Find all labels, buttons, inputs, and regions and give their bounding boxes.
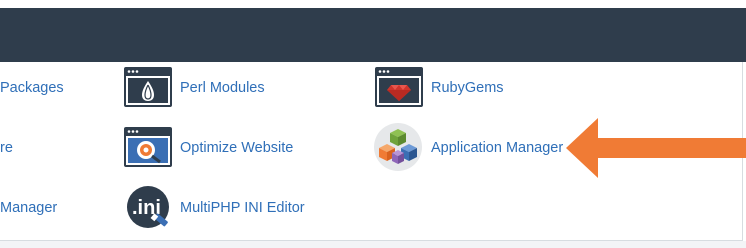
section-header (0, 8, 746, 62)
software-item-application-manager[interactable]: Application Manager (373, 122, 573, 172)
bottom-strip (0, 241, 746, 248)
ini-editor-icon: .ini (124, 185, 174, 231)
software-item-perl-modules[interactable]: Perl Modules (124, 67, 284, 107)
item-label: MultiPHP INI Editor (180, 200, 305, 216)
software-item-packages[interactable]: Packages (0, 78, 70, 118)
perl-onion-icon (124, 67, 172, 107)
item-label: Manager (0, 200, 58, 216)
ruby-gem-icon (375, 67, 423, 107)
item-label: Perl Modules (180, 80, 265, 96)
item-label: RubyGems (431, 80, 504, 96)
software-item-rubygems[interactable]: RubyGems (375, 67, 515, 107)
top-strip (0, 0, 746, 8)
software-section-panel: Packages re Manager Perl Modules Optimiz… (0, 62, 746, 241)
item-label: Optimize Website (180, 140, 294, 156)
item-label: re (0, 140, 13, 156)
item-label: Packages (0, 80, 64, 96)
optimize-gear-icon (124, 127, 172, 167)
application-cubes-icon (373, 122, 423, 172)
item-label: Application Manager (431, 140, 564, 156)
orange-arrow-icon (566, 116, 746, 180)
software-item-re[interactable]: re (0, 138, 30, 178)
software-item-multiphp-ini-editor[interactable]: .ini MultiPHP INI Editor (124, 185, 314, 231)
software-item-manager[interactable]: Manager (0, 198, 70, 238)
software-item-optimize-website[interactable]: Optimize Website (124, 127, 304, 167)
